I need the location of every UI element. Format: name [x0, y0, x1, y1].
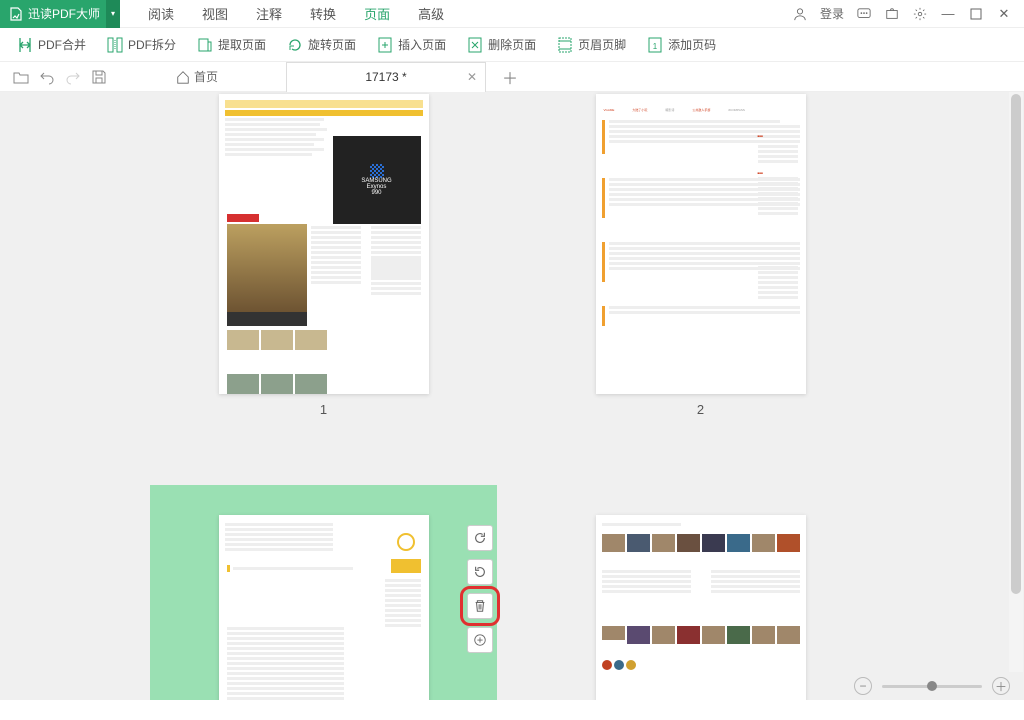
app-menu-dropdown[interactable]: ▾	[106, 0, 120, 28]
screenshot-icon[interactable]	[884, 6, 900, 22]
page-action-rotate-cw[interactable]	[467, 525, 493, 551]
minimize-button[interactable]: —	[940, 6, 956, 22]
vertical-scrollbar[interactable]	[1009, 92, 1023, 672]
tool-rotate-page[interactable]: 旋转页面	[286, 36, 356, 54]
menu-annotate[interactable]: 注释	[256, 0, 282, 27]
tool-pdf-split[interactable]: PDF拆分	[106, 36, 176, 54]
svg-text:1: 1	[653, 42, 658, 51]
tool-pdf-merge[interactable]: PDF合并	[16, 36, 86, 54]
tool-delete-page[interactable]: 删除页面	[466, 36, 536, 54]
app-logo: 迅读PDF大师 ▾	[0, 0, 120, 28]
tool-insert-page[interactable]: 插入页面	[376, 36, 446, 54]
redo-icon[interactable]	[64, 68, 82, 86]
page-thumbnail-2[interactable]: VGAME大陆了小玩暗影诗公共敌人手游#COMPASS ■■■■■■ 2	[527, 94, 874, 417]
user-icon[interactable]	[792, 6, 808, 22]
open-icon[interactable]	[12, 68, 30, 86]
maximize-button[interactable]	[968, 6, 984, 22]
document-tab[interactable]: 17173 * ✕	[286, 62, 486, 92]
tool-page-number[interactable]: 1添加页码	[646, 36, 716, 54]
settings-icon[interactable]	[912, 6, 928, 22]
tool-extract-page[interactable]: 提取页面	[196, 36, 266, 54]
page-grid-area: SAMSUNG Exynos 990 1 VGAME大陆了小玩暗影诗公共敌人手游…	[0, 92, 1024, 700]
menu-view[interactable]: 视图	[202, 0, 228, 27]
page-action-delete[interactable]	[467, 593, 493, 619]
page-action-rotate-ccw[interactable]	[467, 559, 493, 585]
page-toolbar: PDF合并 PDF拆分 提取页面 旋转页面 插入页面 删除页面 页眉页脚 1添加…	[0, 28, 1024, 62]
menu-convert[interactable]: 转换	[310, 0, 336, 27]
zoom-bar: − ＋	[840, 672, 1024, 700]
close-button[interactable]: ✕	[996, 6, 1012, 22]
save-icon[interactable]	[90, 68, 108, 86]
tool-header-footer[interactable]: 页眉页脚	[556, 36, 626, 54]
chat-icon[interactable]	[856, 6, 872, 22]
page-action-add[interactable]	[467, 627, 493, 653]
page-number-1: 1	[320, 402, 327, 417]
home-button[interactable]: 首页	[176, 68, 218, 85]
undo-icon[interactable]	[38, 68, 56, 86]
zoom-out-button[interactable]: −	[854, 677, 872, 695]
page-thumbnail-1[interactable]: SAMSUNG Exynos 990 1	[150, 94, 497, 417]
page-number-2: 2	[697, 402, 704, 417]
menu-page[interactable]: 页面	[364, 0, 390, 27]
app-name: 迅读PDF大师	[28, 5, 100, 22]
thumb1-chip-image: SAMSUNG Exynos 990	[333, 136, 421, 224]
tab-close-icon[interactable]: ✕	[467, 70, 477, 84]
page-thumbnail-4[interactable]	[527, 515, 874, 700]
menu-advanced[interactable]: 高级	[418, 0, 444, 27]
zoom-in-button[interactable]: ＋	[992, 677, 1010, 695]
zoom-slider[interactable]	[882, 685, 982, 688]
tab-title: 17173 *	[365, 70, 406, 84]
login-link[interactable]: 登录	[820, 5, 844, 22]
main-menu: 阅读 视图 注释 转换 页面 高级	[148, 0, 444, 27]
menu-read[interactable]: 阅读	[148, 0, 174, 27]
tab-add-button[interactable]: ＋	[502, 65, 518, 89]
app-logo-icon	[8, 6, 24, 22]
page-thumbnail-3-selected[interactable]	[150, 485, 497, 700]
